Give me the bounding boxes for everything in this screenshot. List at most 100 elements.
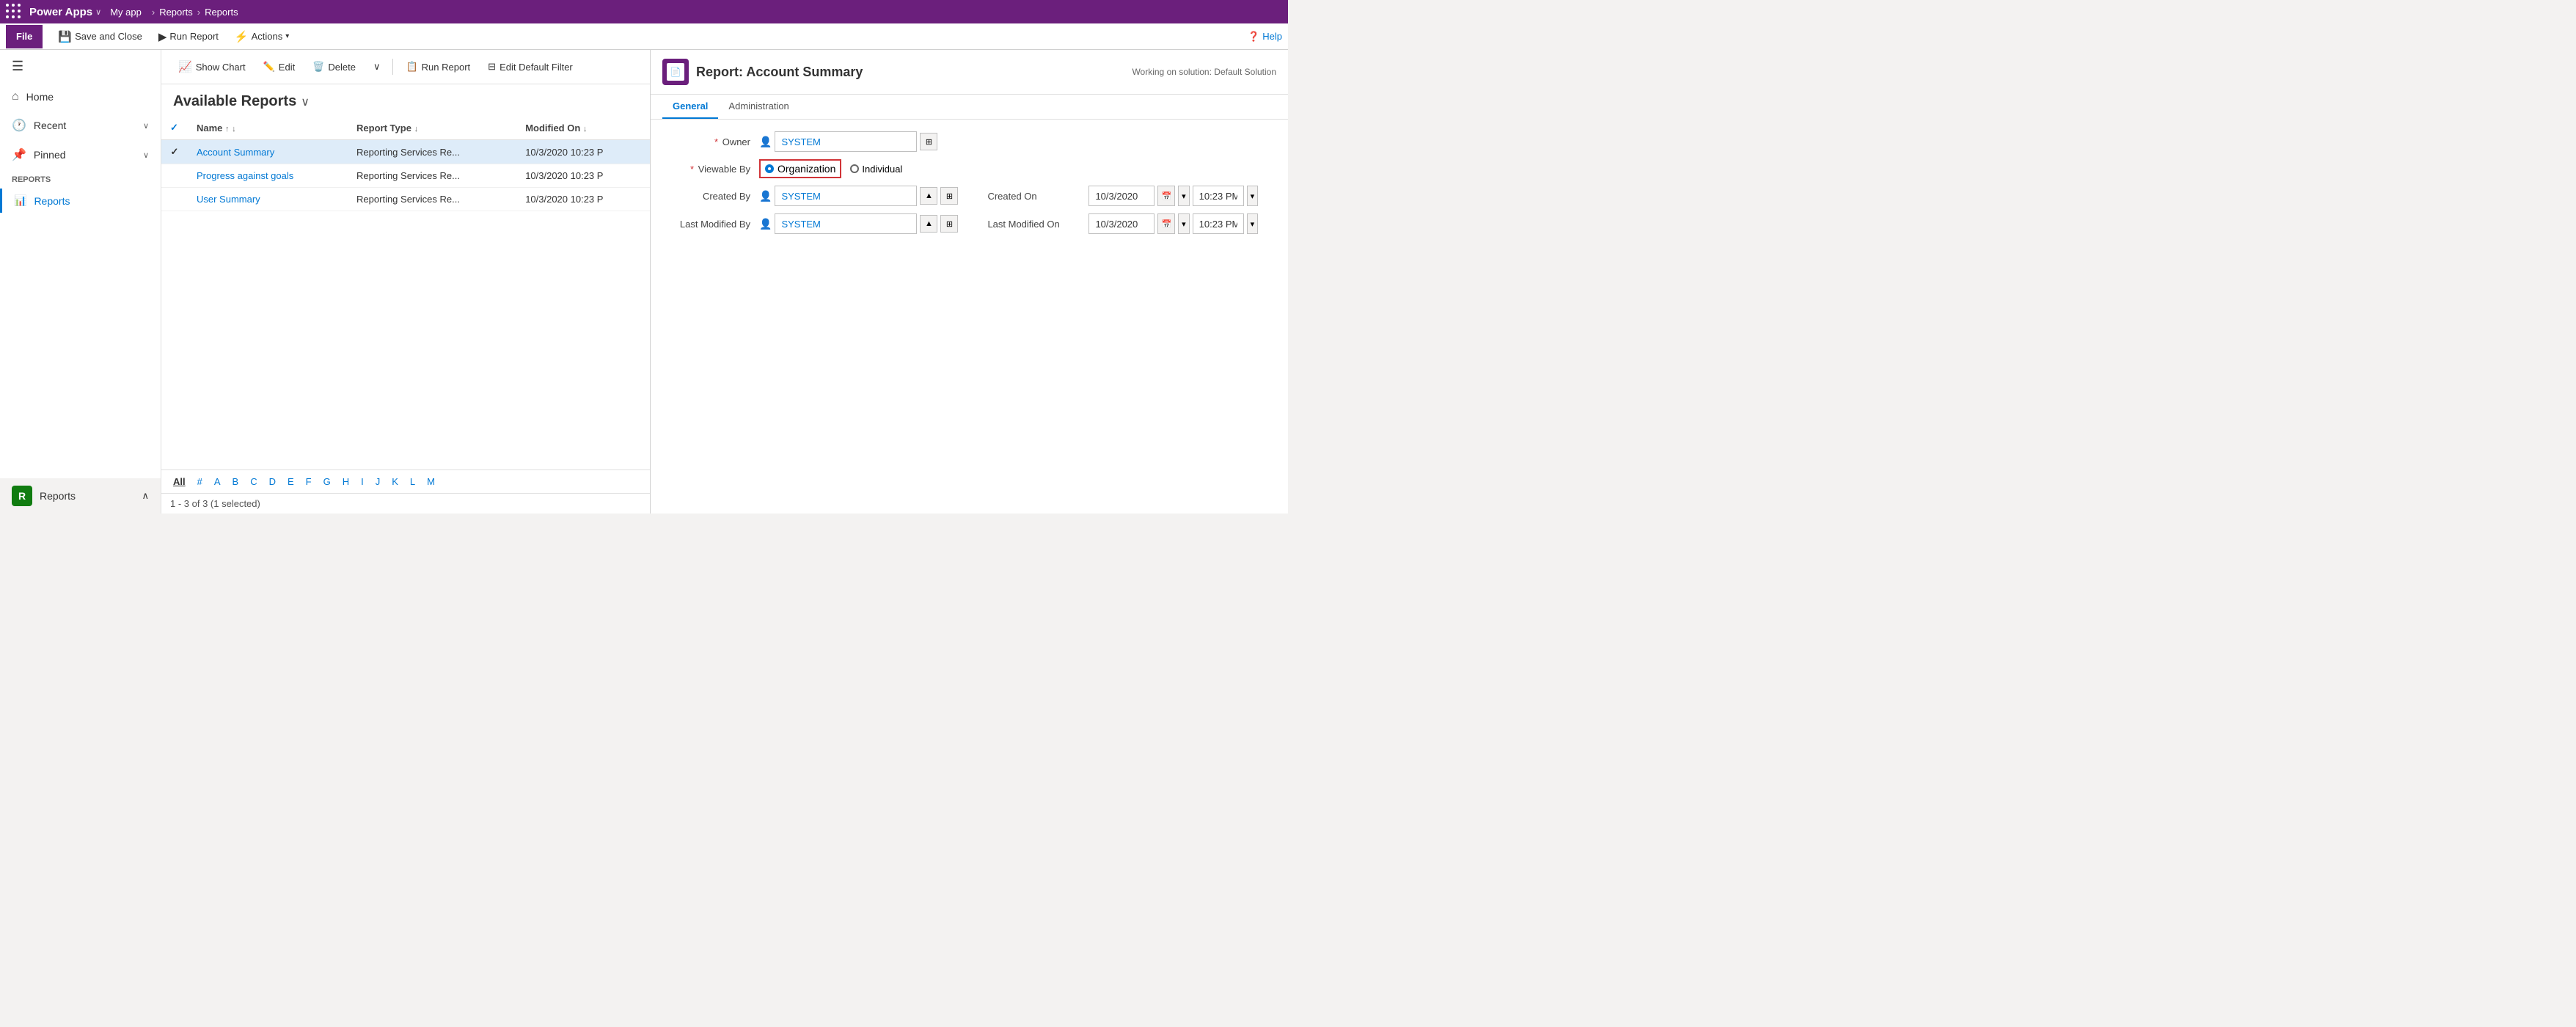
last-modified-up-button[interactable]: ▲ (920, 215, 937, 233)
alpha-filter-item[interactable]: A (211, 475, 224, 489)
alpha-filter-item[interactable]: G (321, 475, 334, 489)
modified-on-column-header[interactable]: Modified On ↓ (516, 116, 650, 140)
alpha-filter-item[interactable]: L (407, 475, 418, 489)
individual-radio-option[interactable]: Individual (850, 164, 902, 175)
table-row[interactable]: Progress against goals Reporting Service… (161, 164, 650, 188)
row-checkbox[interactable] (161, 164, 188, 188)
last-modified-on-time-input[interactable] (1193, 213, 1244, 234)
created-on-time-down-button[interactable]: ▾ (1247, 186, 1259, 206)
created-on-date-input[interactable] (1088, 186, 1155, 206)
row-modified-cell: 10/3/2020 10:23 P (516, 140, 650, 164)
count-row: 1 - 3 of 3 (1 selected) (161, 494, 650, 514)
viewable-by-field: Organization Individual (759, 159, 1276, 178)
name-sort-asc[interactable]: ↑ (225, 125, 230, 134)
help-icon: ❓ (1248, 31, 1259, 43)
delete-button[interactable]: 🗑️ Delete (304, 56, 364, 77)
hamburger-menu-button[interactable]: ☰ (0, 50, 161, 83)
created-row: Created By 👤 ▲ ⊞ Created On (662, 186, 1276, 213)
app-launcher-icon[interactable] (6, 4, 22, 20)
breadcrumb-reports1[interactable]: Reports (159, 7, 193, 18)
alpha-filter-item[interactable]: J (373, 475, 384, 489)
working-solution-text: Working on solution: Default Solution (1132, 67, 1276, 77)
row-name-link[interactable]: Account Summary (197, 147, 274, 158)
type-sort-desc[interactable]: ↓ (414, 125, 419, 134)
alpha-filter-item[interactable]: D (266, 475, 279, 489)
select-all-header[interactable]: ✓ (161, 116, 188, 140)
alpha-filter-item[interactable]: I (358, 475, 367, 489)
alpha-filter-item[interactable]: F (303, 475, 315, 489)
owner-input[interactable] (775, 131, 917, 152)
available-reports-title: Available Reports (173, 93, 296, 110)
pinned-icon: 📌 (12, 147, 26, 162)
created-by-expand-button[interactable]: ⊞ (940, 187, 958, 205)
row-checkbox[interactable] (161, 188, 188, 211)
created-by-up-button[interactable]: ▲ (920, 187, 937, 205)
tab-administration[interactable]: Administration (718, 95, 799, 119)
created-on-calendar-button[interactable]: 📅 (1157, 186, 1175, 206)
created-on-date-down-button[interactable]: ▾ (1178, 186, 1190, 206)
help-button[interactable]: ❓ Help (1248, 31, 1282, 43)
last-modified-on-date-input[interactable] (1088, 213, 1155, 234)
alpha-filter-item[interactable]: H (340, 475, 352, 489)
sidebar-item-recent[interactable]: 🕐 Recent ∨ (0, 111, 161, 140)
file-button[interactable]: File (6, 25, 43, 48)
last-modified-by-field: 👤 ▲ ⊞ (759, 213, 958, 234)
row-checkbox[interactable]: ✓ (161, 140, 188, 164)
name-column-header[interactable]: Name ↑ ↓ (188, 116, 348, 140)
edit-button[interactable]: ✏️ Edit (255, 56, 304, 77)
save-close-button[interactable]: 💾 Save and Close (51, 26, 148, 48)
show-chart-icon: 📈 (178, 60, 192, 73)
ribbon-bar: File 💾 Save and Close ▶ Run Report ⚡ Act… (0, 23, 1288, 50)
alpha-filter-item[interactable]: C (247, 475, 260, 489)
last-modified-by-label: Last Modified By (662, 219, 750, 230)
alpha-filter-item[interactable]: K (389, 475, 401, 489)
last-modified-on-col: Last Modified On 📅 ▾ ▾ (987, 213, 1276, 241)
show-chart-button[interactable]: 📈 Show Chart (170, 56, 254, 78)
run-report-ribbon-button[interactable]: ▶ Run Report (152, 26, 225, 48)
name-sort-desc[interactable]: ↓ (232, 125, 236, 134)
breadcrumb-reports2[interactable]: Reports (205, 7, 238, 18)
pagination-area: All # ABCDEFGHIJKLM 1 - 3 of 3 (1 selected… (161, 469, 650, 514)
edit-default-filter-button[interactable]: ⊟ Edit Default Filter (480, 56, 581, 77)
run-report-button[interactable]: 📋 Run Report (398, 56, 478, 77)
last-modified-by-input[interactable] (775, 213, 917, 234)
created-by-input[interactable] (775, 186, 917, 206)
report-type-column-header[interactable]: Report Type ↓ (348, 116, 516, 140)
recent-chevron-icon: ∨ (143, 121, 149, 131)
last-modified-on-calendar-button[interactable]: 📅 (1157, 213, 1175, 234)
last-modified-expand-button[interactable]: ⊞ (940, 215, 958, 233)
modified-row: Last Modified By 👤 ▲ ⊞ Last Modified On (662, 213, 1276, 241)
alpha-filter-item[interactable]: # (194, 475, 205, 489)
report-icon: 📄 (670, 67, 681, 77)
alpha-filter-item[interactable]: M (424, 475, 438, 489)
last-modified-on-row: Last Modified On 📅 ▾ ▾ (987, 213, 1276, 234)
save-close-icon: 💾 (58, 30, 72, 43)
actions-chevron-icon: ▾ (285, 32, 289, 40)
bottom-chevron-icon[interactable]: ∧ (142, 490, 149, 502)
available-chevron-icon[interactable]: ∨ (301, 95, 310, 109)
row-name-link[interactable]: Progress against goals (197, 170, 293, 181)
last-modified-on-label: Last Modified On (987, 219, 1083, 230)
more-options-button[interactable]: ∨ (365, 56, 389, 77)
organization-radio-box[interactable]: Organization (759, 159, 841, 178)
modified-sort-desc[interactable]: ↓ (583, 125, 588, 134)
sidebar-item-reports[interactable]: 📊 Reports (0, 189, 161, 213)
alpha-filter-item[interactable]: E (285, 475, 297, 489)
table-row[interactable]: User Summary Reporting Services Re... 10… (161, 188, 650, 211)
row-name-link[interactable]: User Summary (197, 194, 260, 205)
alpha-filter-item[interactable]: B (230, 475, 242, 489)
app-chevron-icon[interactable]: ∨ (95, 7, 101, 17)
individual-radio-empty (850, 164, 859, 173)
sidebar-item-pinned[interactable]: 📌 Pinned ∨ (0, 140, 161, 169)
alpha-filter-item[interactable]: All (170, 475, 189, 489)
created-on-time-input[interactable] (1193, 186, 1244, 206)
my-app-link[interactable]: My app (110, 7, 142, 18)
sidebar-item-home[interactable]: ⌂ Home (0, 83, 161, 111)
actions-button[interactable]: ⚡ Actions ▾ (228, 26, 296, 48)
tab-general[interactable]: General (662, 95, 718, 119)
owner-expand-button[interactable]: ⊞ (920, 133, 937, 150)
table-row[interactable]: ✓ Account Summary Reporting Services Re.… (161, 140, 650, 164)
last-modified-on-date-down-button[interactable]: ▾ (1178, 213, 1190, 234)
sidebar-bottom-reports-item[interactable]: R Reports ∧ (0, 478, 161, 514)
last-modified-on-time-down-button[interactable]: ▾ (1247, 213, 1259, 234)
